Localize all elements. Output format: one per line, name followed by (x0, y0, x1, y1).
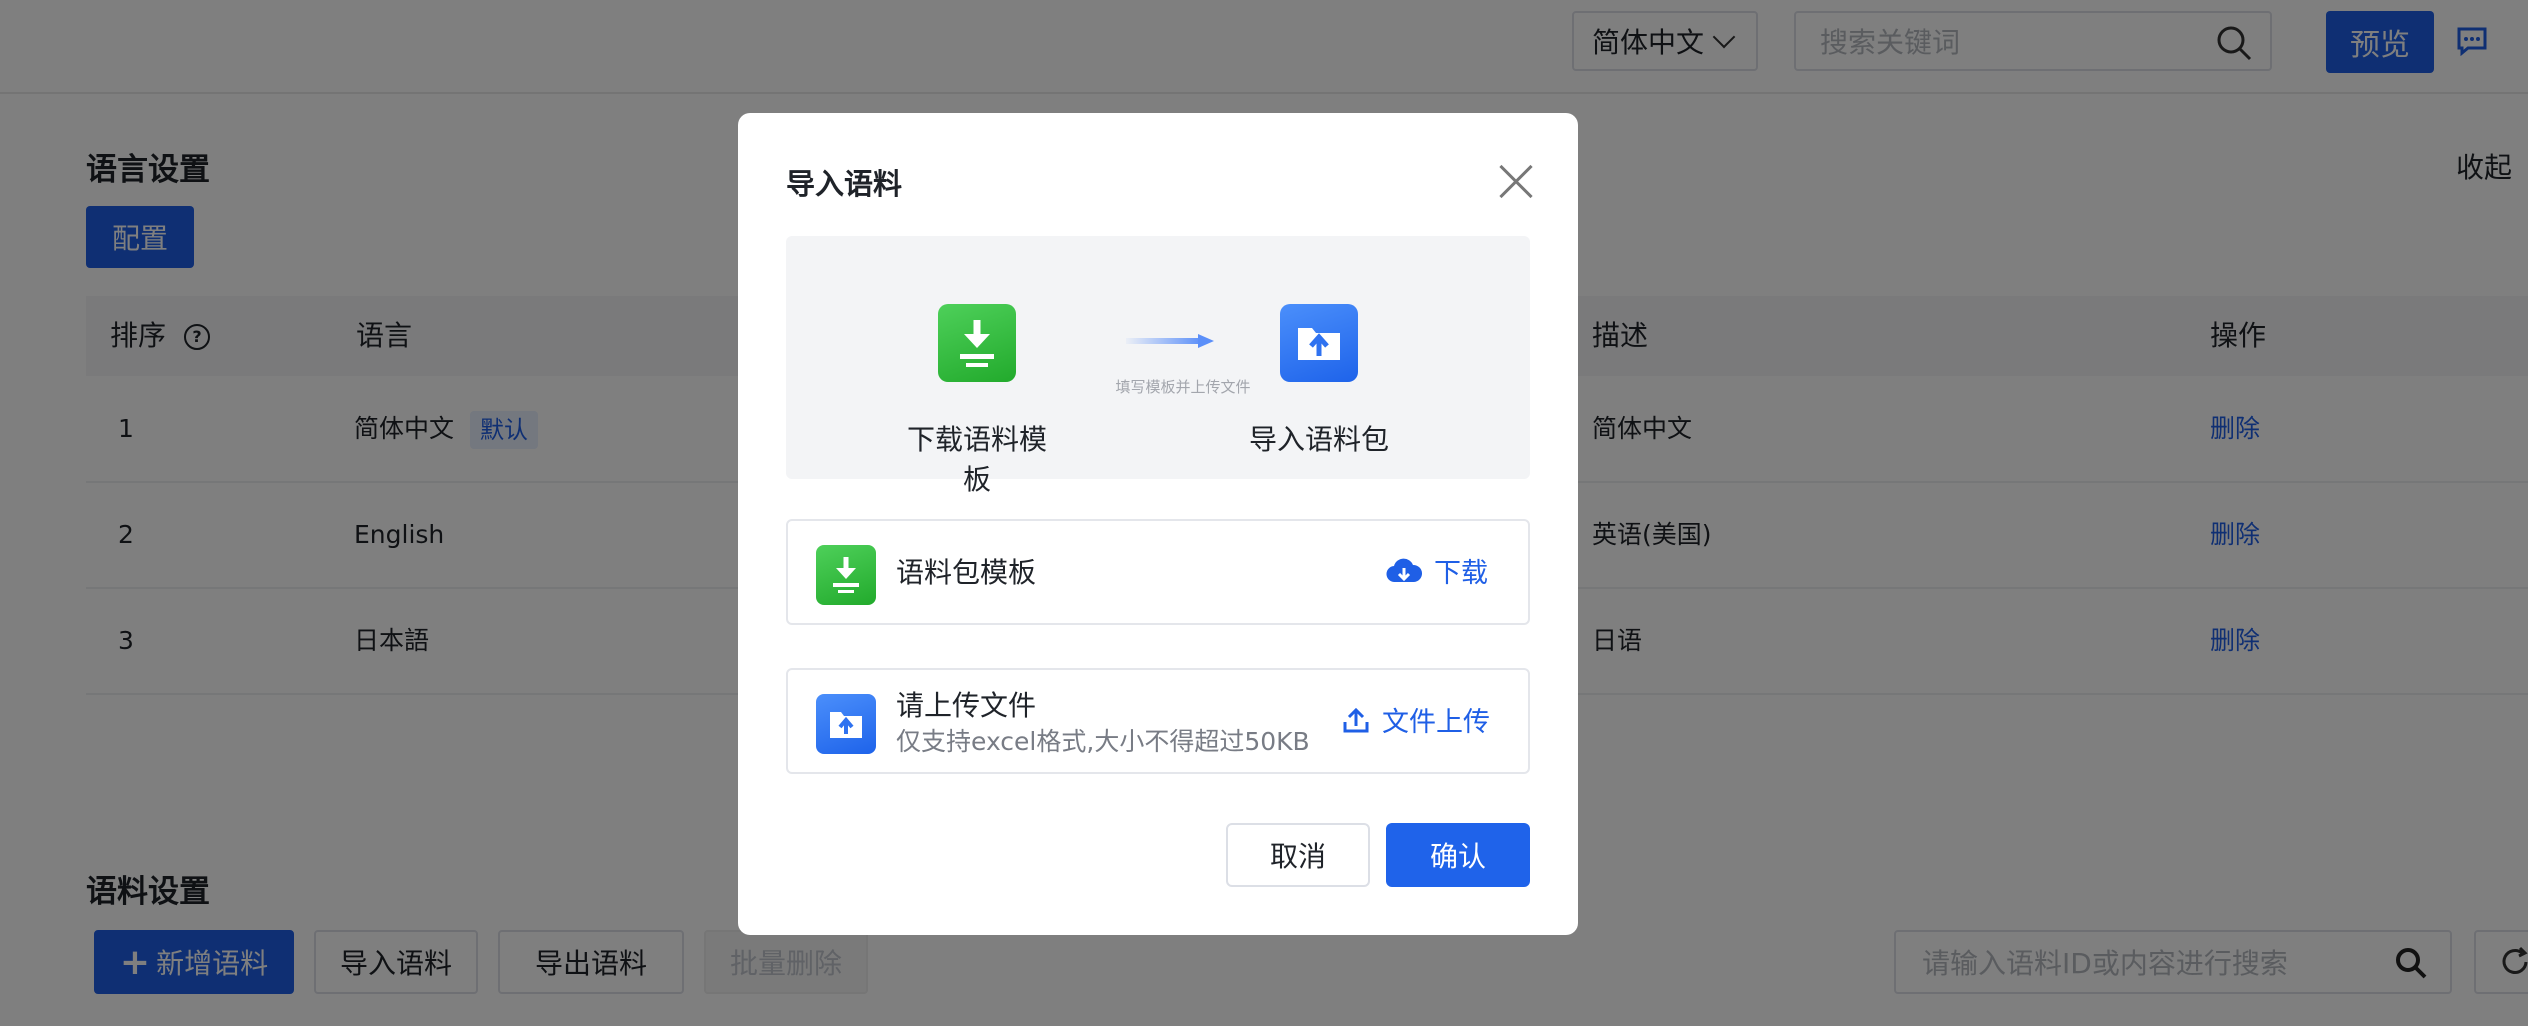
arrow-right-icon (1126, 334, 1214, 348)
upload-folder-icon (816, 694, 876, 754)
cloud-download-icon (1386, 558, 1422, 582)
upload-card: 请上传文件 仅支持excel格式,大小不得超过50KB 文件上传 (786, 668, 1530, 774)
import-corpus-dialog: 导入语料 填写模板并上传文件 下载语料模板 导入语料包 语料包模板 下载 请上传… (738, 113, 1578, 935)
template-name: 语料包模板 (896, 556, 1037, 589)
download-label: 下载 (1434, 558, 1488, 589)
upload-package-icon (1280, 304, 1358, 382)
upload-title: 请上传文件 (896, 689, 1037, 722)
confirm-button[interactable]: 确认 (1386, 823, 1530, 887)
import-steps-panel: 填写模板并上传文件 下载语料模板 导入语料包 (786, 236, 1530, 496)
step-import-package-label: 导入语料包 (1248, 423, 1389, 456)
template-card: 语料包模板 下载 (786, 519, 1530, 625)
step-hint: 填写模板并上传文件 (1115, 378, 1251, 396)
step-download-template-label: 下载语料模板 (906, 423, 1047, 496)
dialog-title: 导入语料 (786, 167, 903, 201)
download-link[interactable]: 下载 (1386, 551, 1488, 590)
file-upload-label: 文件上传 (1382, 707, 1490, 738)
upload-hint: 仅支持excel格式,大小不得超过50KB (896, 727, 1310, 756)
template-file-icon (816, 545, 876, 605)
cancel-button[interactable]: 取消 (1226, 823, 1370, 887)
upload-icon (1343, 707, 1369, 732)
download-template-icon (938, 304, 1016, 382)
file-upload-link[interactable]: 文件上传 (1342, 700, 1490, 739)
close-icon[interactable] (1498, 163, 1534, 199)
